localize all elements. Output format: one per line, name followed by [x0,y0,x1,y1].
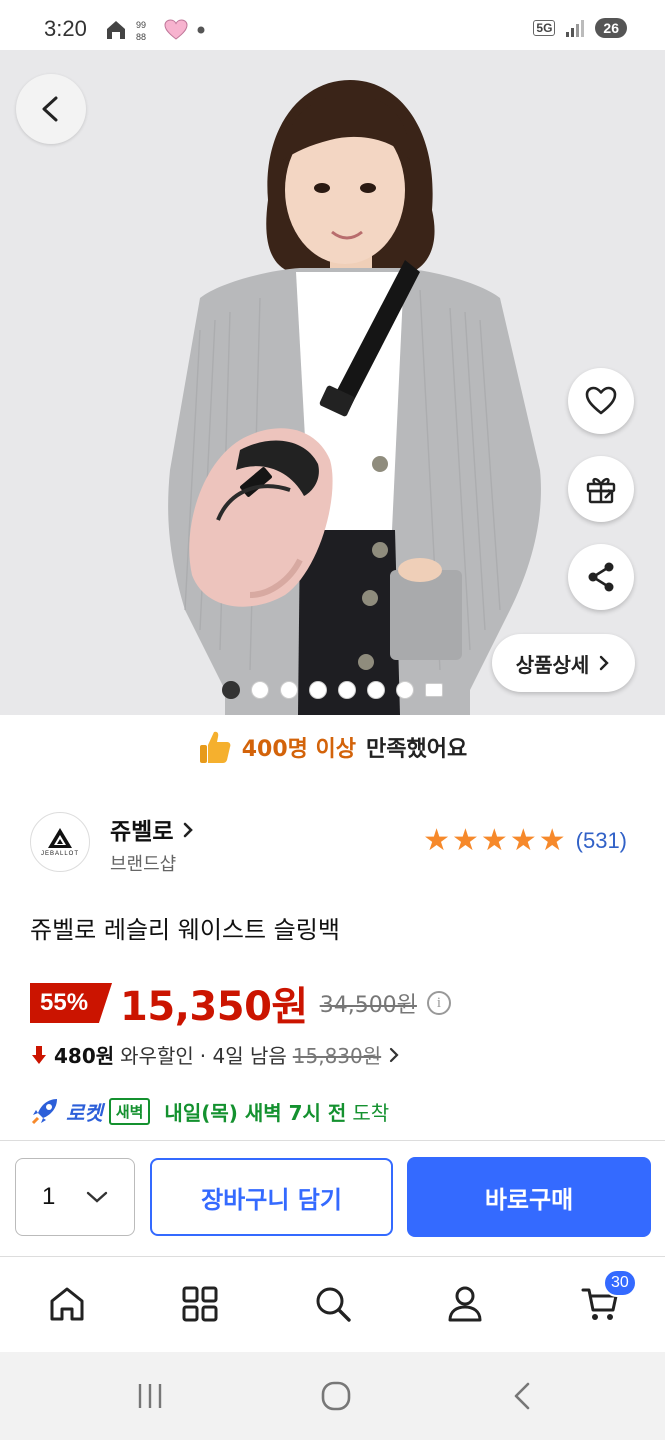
satisfaction-highlight: 400명 이상 [241,737,357,762]
chevron-down-icon [86,1191,108,1203]
brand-logo-mark [48,828,72,848]
product-title: 쥬벨로 레슬리 웨이스트 슬링백 [30,916,340,944]
gift-icon [586,477,616,504]
carousel-dot[interactable] [280,681,298,699]
star-icon: ★ [509,823,537,858]
buy-now-button[interactable]: 바로구매 [407,1157,651,1237]
app-status-icon: 9988 [136,20,146,42]
android-nav-bar [0,1352,665,1440]
buy-now-label: 바로구매 [484,1185,574,1214]
recents-button[interactable] [130,1376,170,1416]
recents-icon [138,1384,162,1408]
wow-discount-label: 와우할인 [120,1044,194,1068]
home-circle-icon [321,1381,351,1411]
nav-my-account[interactable] [440,1279,490,1329]
wishlist-button[interactable] [568,368,634,434]
delivery-eta: 내일(목) 새벽 7시 전 [164,1100,347,1125]
add-to-cart-label: 장바구니 담기 [201,1185,342,1214]
product-detail-label: 상품상세 [515,652,590,677]
network-5g-icon: 5G [533,20,556,36]
chevron-right-icon [183,822,193,838]
rocket-label: 로켓 [66,1100,103,1125]
cart-count-badge: 30 [603,1269,637,1297]
quantity-select[interactable]: 1 [15,1158,135,1236]
discount-badge: 55% [30,983,113,1023]
gift-button[interactable] [568,456,634,522]
search-icon [316,1287,351,1322]
battery-icon: 26 [595,18,627,38]
carousel-dot[interactable] [338,681,356,699]
nav-categories[interactable] [175,1279,225,1329]
carousel-grid-icon[interactable] [425,683,443,697]
carousel-dot[interactable] [222,681,240,699]
nav-search[interactable] [308,1279,358,1329]
wow-discount-row[interactable]: 480원 와우할인 · 4일 남음 15,830원 [30,1040,401,1069]
carousel-dot[interactable] [396,681,414,699]
rocket-delivery-row: 로켓 새벽 내일(목) 새벽 7시 전 도착 [30,1096,389,1126]
wow-discount-strike-price: 15,830원 [292,1044,382,1068]
back-arrow-icon [514,1382,530,1410]
dot-status-icon [197,26,205,34]
wow-discount-amount: 480원 [54,1044,115,1068]
rocket-icon [31,1099,57,1125]
share-icon [588,562,614,592]
product-detail-button[interactable]: 상품상세 [492,634,635,692]
heart-icon [585,386,617,415]
categories-icon [182,1286,218,1322]
brand-logo-text: JEBALLOT [40,851,79,857]
chevron-right-icon [600,655,609,671]
satisfaction-text: 만족했어요 [366,737,468,762]
carousel-dot[interactable] [251,681,269,699]
home-status-icon [107,21,125,39]
carousel-dot[interactable] [367,681,385,699]
signal-icon [566,20,585,37]
price-row: 55% 15,350원 34,500원 i [30,980,451,1030]
star-icon: ★ [538,823,566,858]
system-back-button[interactable] [502,1376,542,1416]
home-system-button[interactable] [316,1376,356,1416]
thumbs-up-icon [199,731,231,763]
satisfaction-banner: 400명 이상 만족했어요 [0,716,665,778]
quantity-value: 1 [42,1183,56,1210]
star-icon: ★ [423,823,451,858]
brand-shop-link[interactable]: 쥬벨로 [110,812,194,846]
chevron-left-icon [42,96,58,122]
star-icon: ★ [480,823,508,858]
carousel-dot[interactable] [309,681,327,699]
nav-home[interactable] [42,1279,92,1329]
user-icon [448,1286,482,1322]
status-bar: 3:20 99 88 5G 26 [0,0,665,50]
back-button[interactable] [16,74,86,144]
brand-row: JEBALLOT 쥬벨로 브랜드샵 ★ ★ ★ ★ ★ (531) [0,800,665,890]
nav-cart[interactable]: 30 [575,1269,637,1329]
svg-text:99: 99 [136,20,146,30]
heart-status-icon [164,19,188,40]
delivery-suffix: 도착 [352,1100,390,1125]
review-count[interactable]: (531) [576,828,627,854]
purchase-bar: 1 장바구니 담기 바로구매 [0,1140,665,1254]
star-icon: ★ [452,823,479,858]
arrow-down-icon [32,1045,46,1064]
sale-price: 15,350원 [120,984,308,1030]
info-icon[interactable]: i [426,991,451,1015]
product-photo [0,50,665,715]
brand-subtitle: 브랜드샵 [110,854,177,875]
brand-name: 쥬벨로 [110,819,174,845]
brand-logo[interactable]: JEBALLOT [30,812,90,872]
carousel-indicator [222,681,443,699]
product-image-carousel[interactable]: 상품상세 [0,50,665,715]
status-time: 3:20 [44,16,87,41]
add-to-cart-button[interactable]: 장바구니 담기 [150,1158,393,1236]
svg-text:88: 88 [136,32,146,42]
chevron-right-icon [390,1047,399,1062]
original-price: 34,500원 [319,993,417,1018]
wow-discount-remaining: · 4일 남음 [199,1044,287,1068]
dawn-badge: 새벽 [108,1097,151,1125]
bottom-nav: 30 [0,1256,665,1350]
rating-summary[interactable]: ★ ★ ★ ★ ★ (531) [423,826,627,856]
home-icon [50,1287,84,1321]
share-button[interactable] [568,544,634,610]
